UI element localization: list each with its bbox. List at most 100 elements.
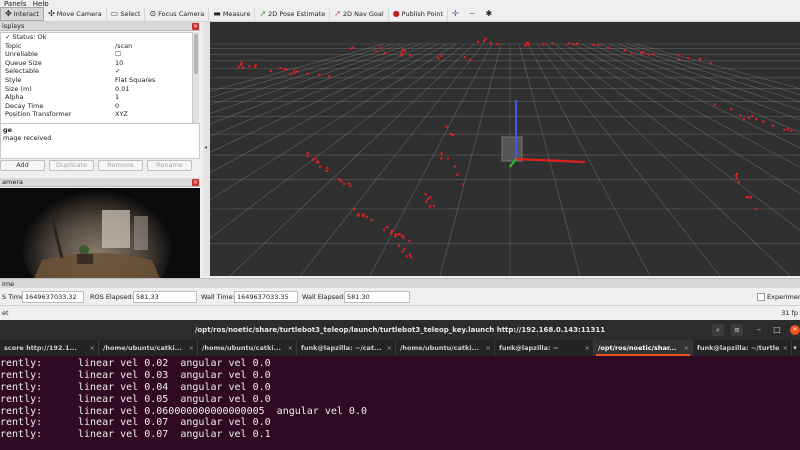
- description-text: mage received: [3, 134, 52, 142]
- tool-2d-pose-estimate[interactable]: ➚ 2D Pose Estimate: [255, 6, 331, 21]
- rviz-window: Panels Help ✥ Interact ✣ Move Camera ▭ Sele…: [0, 0, 800, 320]
- remove-button[interactable]: Remove: [98, 160, 143, 171]
- scan-point: [576, 42, 579, 45]
- description-title: ge: [3, 126, 13, 134]
- maximize-icon[interactable]: □: [770, 323, 784, 337]
- search-icon[interactable]: ⌕: [712, 324, 724, 336]
- experimental-label: Experiment: [767, 293, 800, 301]
- scan-point: [240, 61, 243, 64]
- scan-point: [328, 75, 331, 78]
- close-tab-icon[interactable]: ×: [189, 340, 194, 356]
- close-icon[interactable]: ×: [790, 325, 800, 335]
- terminal-tab-label: /home/ubuntu/catki...: [400, 344, 479, 352]
- tool-publish-point[interactable]: ● Publish Point: [389, 6, 449, 21]
- scan-point: [349, 184, 352, 187]
- reset-button[interactable]: et: [2, 309, 9, 317]
- scan-point: [698, 58, 702, 61]
- scan-point: [676, 54, 680, 57]
- add-button[interactable]: Add: [0, 160, 45, 171]
- tree-scrollbar[interactable]: [193, 32, 199, 130]
- tool-remove[interactable]: −: [465, 7, 482, 21]
- terminal-tab[interactable]: /opt/ros/noetic/shar... ×: [594, 340, 693, 356]
- scan-point: [652, 53, 655, 56]
- scan-point: [745, 195, 749, 199]
- scan-point: [403, 247, 406, 250]
- scan-point: [424, 192, 427, 196]
- pose-estimate-icon: ➚: [259, 8, 267, 18]
- tool-move-camera[interactable]: ✣ Move Camera: [44, 6, 107, 21]
- terminal-tab[interactable]: /home/ubuntu/catki... ×: [198, 340, 297, 356]
- scan-point: [524, 44, 527, 47]
- wall-elapsed-label: Wall Elapsed:: [302, 293, 346, 301]
- tool-measure[interactable]: ▬ Measure: [209, 6, 256, 21]
- tree-row[interactable]: Alpha 1: [1, 93, 192, 102]
- scan-point: [365, 215, 368, 218]
- scan-point: [450, 133, 453, 136]
- scan-point: [425, 200, 428, 203]
- tool-interact[interactable]: ✥ Interact: [0, 6, 45, 21]
- scan-point: [747, 116, 751, 119]
- scan-point: [285, 68, 289, 71]
- tool-add[interactable]: ✛: [448, 7, 465, 21]
- experimental-checkbox[interactable]: [757, 293, 765, 301]
- collapse-arrow-icon[interactable]: ◂: [204, 144, 207, 151]
- terminal-tab[interactable]: funk@lapzilla: ~/cat... ×: [297, 340, 396, 356]
- close-tab-icon[interactable]: ×: [288, 340, 293, 356]
- tool-2d-nav-goal[interactable]: ➚ 2D Nav Goal: [330, 6, 389, 21]
- scan-point: [254, 65, 257, 68]
- close-tab-icon[interactable]: ×: [387, 340, 392, 356]
- minimize-icon[interactable]: –: [752, 323, 766, 337]
- tree-row[interactable]: Size (m) 0.01: [1, 85, 192, 94]
- tree-row[interactable]: Unreliable ☐: [1, 50, 192, 59]
- menu-icon[interactable]: ≡: [731, 324, 743, 336]
- tree-row[interactable]: ✓ Status: Ok: [1, 33, 192, 42]
- tree-row[interactable]: Decay Time 0: [1, 102, 192, 111]
- tree-row[interactable]: Position Transformer XYZ: [1, 110, 192, 119]
- close-tab-icon[interactable]: ×: [486, 340, 491, 356]
- close-tab-icon[interactable]: ×: [585, 340, 590, 356]
- close-tab-icon[interactable]: ×: [783, 340, 788, 356]
- terminal-tab[interactable]: score http://192.1... ×: [0, 340, 99, 356]
- tool-settings[interactable]: ✱: [481, 7, 498, 21]
- close-tab-icon[interactable]: ×: [684, 340, 689, 356]
- move-camera-icon: ✣: [48, 8, 55, 18]
- 3d-scene[interactable]: [210, 22, 800, 276]
- tree-row[interactable]: Style Flat Squares: [1, 76, 192, 85]
- terminal-tab[interactable]: /home/ubuntu/catki... ×: [396, 340, 495, 356]
- scan-point: [357, 214, 360, 217]
- terminal-tab-label: /home/ubuntu/catki...: [202, 344, 281, 352]
- scan-point: [461, 183, 465, 186]
- scan-point: [440, 152, 443, 155]
- displays-panel-title: isplays ×: [0, 22, 200, 31]
- tree-row[interactable]: Selectable ✓: [1, 67, 192, 76]
- close-tab-icon[interactable]: ×: [90, 340, 95, 356]
- scan-point: [338, 178, 341, 181]
- scrollbar-thumb[interactable]: [194, 34, 198, 74]
- terminal-tab[interactable]: funk@lapzilla: ~/turtle ×: [693, 340, 792, 356]
- displays-tree[interactable]: ✓ Status: Ok Topic/scan Unreliable ☐ Queu…: [0, 32, 193, 130]
- terminal-tab[interactable]: funk@lapzilla: ~ ×: [495, 340, 594, 356]
- tool-focus-camera[interactable]: ⊙ Focus Camera: [145, 6, 210, 21]
- panel-splitter[interactable]: ◂: [203, 22, 210, 276]
- duplicate-button[interactable]: Duplicate: [49, 160, 94, 171]
- rename-button[interactable]: Rename: [147, 160, 192, 171]
- terminal-line: rently: linear vel 0.02 angular vel 0.0: [0, 358, 271, 369]
- scan-point: [735, 173, 739, 176]
- 3d-view[interactable]: [210, 22, 800, 276]
- tree-row[interactable]: Queue Size 10: [1, 59, 192, 68]
- scan-point: [375, 50, 378, 53]
- tree-row[interactable]: Topic/scan: [1, 42, 192, 51]
- terminal-titlebar: /opt/ros/noetic/share/turtlebot3_teleop/…: [0, 320, 800, 340]
- close-icon[interactable]: ×: [192, 23, 199, 30]
- scan-point: [306, 72, 309, 75]
- terminal-line: rently: linear vel 0.04 angular vel 0.0: [0, 381, 271, 393]
- scan-point: [751, 114, 754, 118]
- scan-point: [484, 37, 487, 41]
- tabs-overflow-icon[interactable]: ▾: [790, 340, 800, 356]
- terminal-tab[interactable]: /home/ubuntu/catki... ×: [99, 340, 198, 356]
- ros-elapsed-label: ROS Elapsed:: [90, 293, 134, 301]
- focus-camera-icon: ⊙: [149, 8, 157, 18]
- close-icon[interactable]: ×: [192, 179, 199, 186]
- scan-point: [401, 250, 405, 253]
- tool-select[interactable]: ▭ Select: [107, 6, 146, 21]
